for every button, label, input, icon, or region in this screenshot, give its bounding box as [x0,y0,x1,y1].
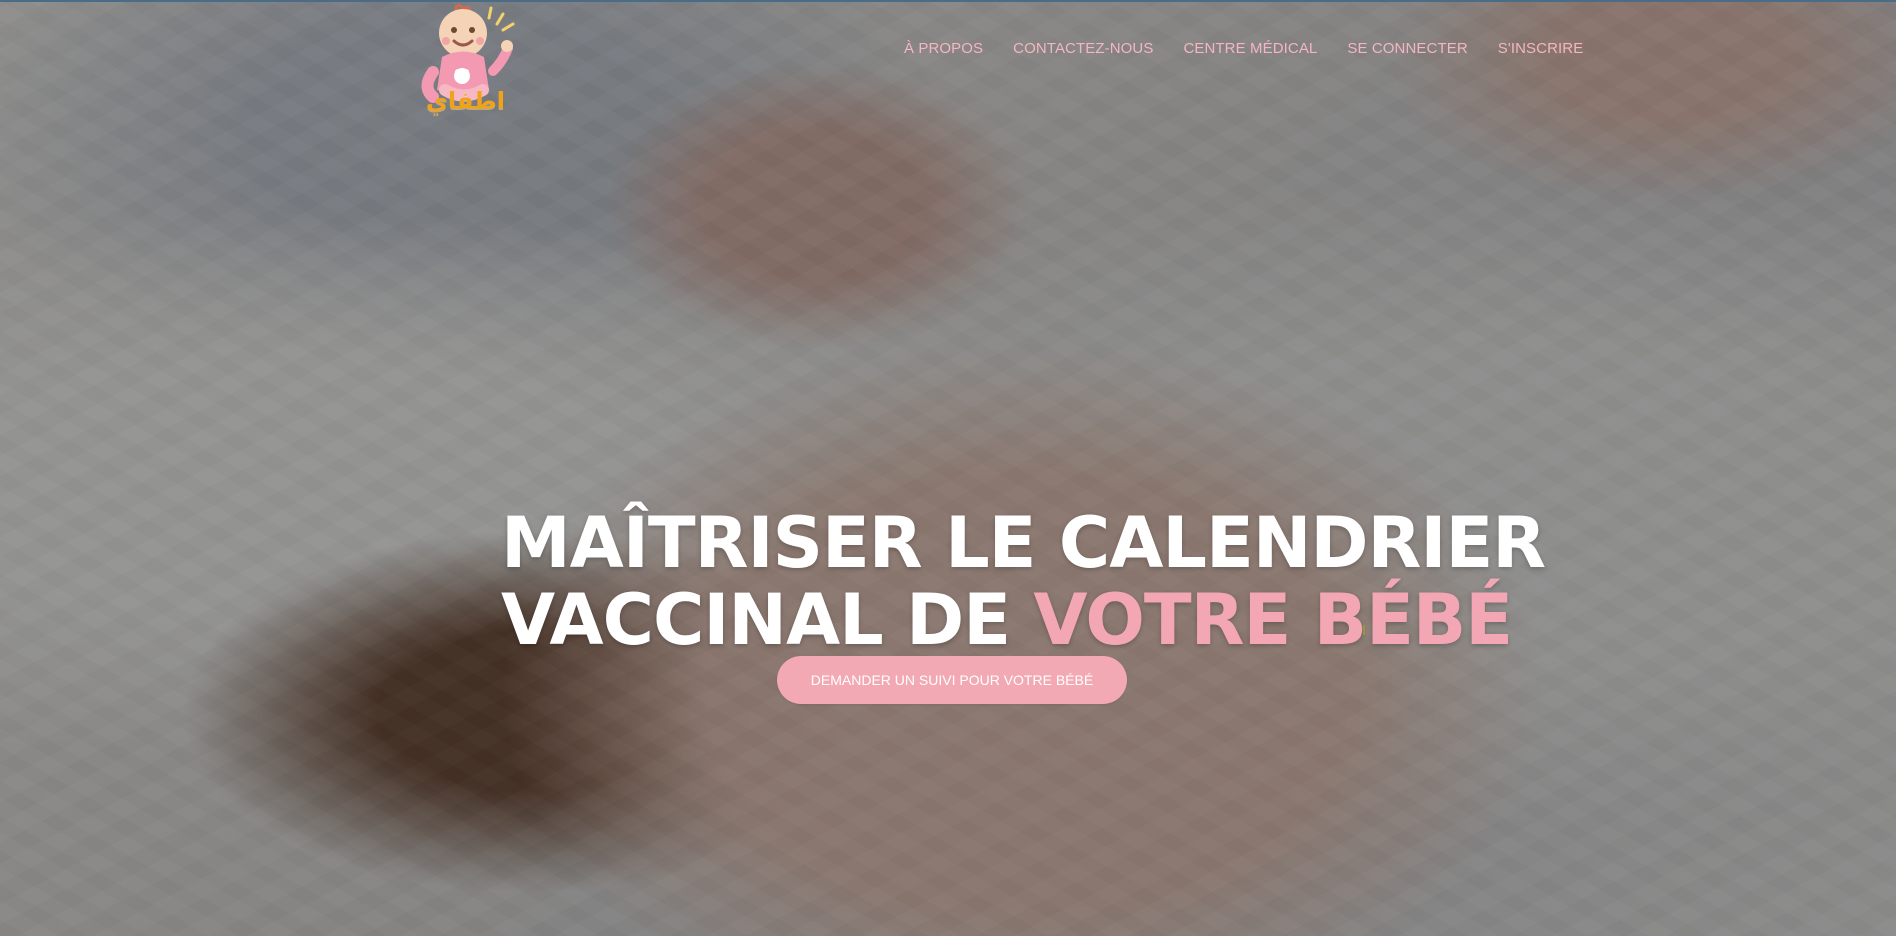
hero-headline-line-1: MAÎTRISER LE CALENDRIER [501,501,1546,584]
hero-headline-highlight: VOTRE BÉBÉ [1033,578,1513,661]
main-navigation: À PROPOS CONTACTEZ-NOUS CENTRE MÉDICAL S… [904,40,1583,57]
hero-headline-line-2: VACCINAL DE VOTRE BÉBÉ [501,578,1513,661]
background-mark [1363,625,1365,635]
nav-item-about[interactable]: À PROPOS [904,40,983,57]
nav-item-contact[interactable]: CONTACTEZ-NOUS [1013,40,1153,57]
nav-item-medical-center[interactable]: CENTRE MÉDICAL [1183,40,1317,57]
hero-overlay [0,0,1896,936]
request-follow-up-button[interactable]: DEMANDER UN SUIVI POUR VOTRE BÉBÉ [777,656,1127,704]
top-border [0,0,1896,2]
nav-item-login[interactable]: SE CONNECTER [1347,40,1467,57]
site-logo[interactable]: اطفاي [405,2,515,130]
hero-section: اطفاي À PROPOS CONTACTEZ-NOUS CENTRE MÉD… [0,0,1896,936]
hero-headline-prefix: VACCINAL DE [501,578,1011,661]
logo-text: اطفاي [425,87,505,115]
nav-item-register[interactable]: S'INSCRIRE [1498,40,1584,57]
hero-headline: MAÎTRISER LE CALENDRIER VACCINAL DE VOTR… [501,501,1546,661]
